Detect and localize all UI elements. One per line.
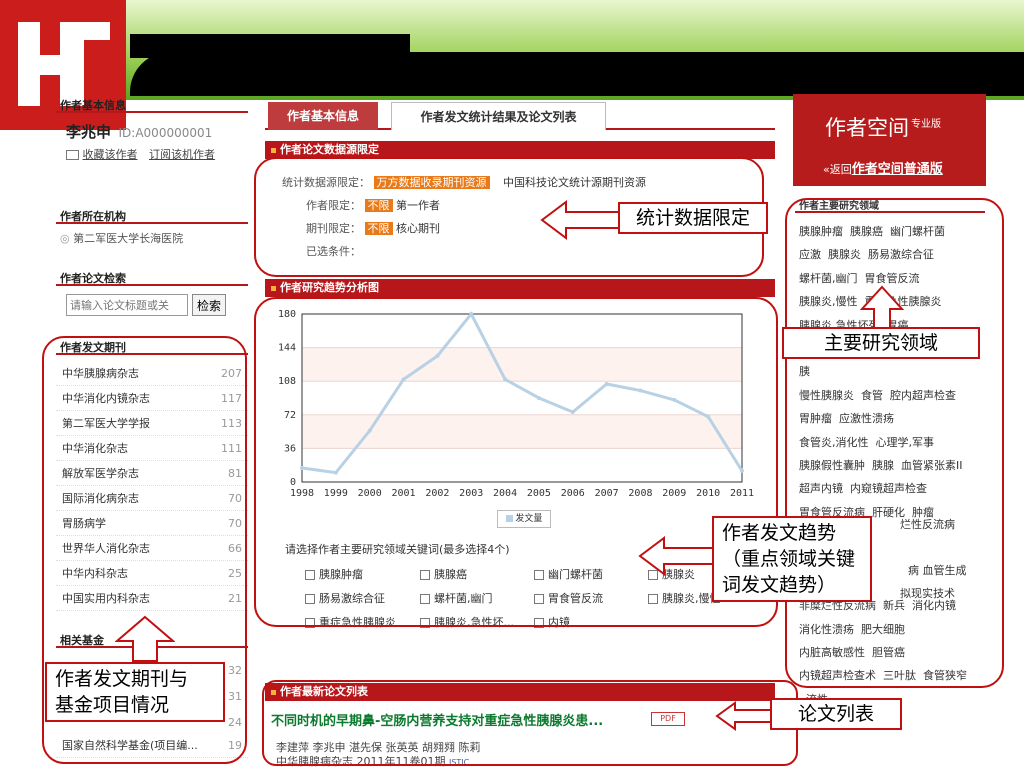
tab-stats-papers[interactable]: 作者发文统计结果及论文列表 [391, 102, 606, 130]
author-name: 李兆申 [66, 123, 112, 141]
trend-section-title: 作者研究趋势分析图 [265, 279, 775, 297]
slide-title-tab [130, 34, 410, 58]
trend-section: 作者研究趋势分析图 [265, 279, 775, 297]
left-panel: 作者基本信息 李兆申 ID:A000000001 收藏该作者 订阅该机作者 [56, 95, 248, 173]
journals-arrow-icon [115, 615, 175, 662]
back-to-basic-link[interactable]: «返回作者空间普通版 [823, 158, 943, 177]
space-title: 作者空间 专业版 [825, 116, 941, 140]
org-name: 第二军医大学长海医院 [73, 232, 184, 245]
book-icon [66, 150, 79, 160]
tab-bar: 作者基本信息 作者发文统计结果及论文列表 [265, 100, 775, 130]
callout-trend: 作者发文趋势 （重点领域关键 词发文趋势） [712, 516, 872, 602]
subscribe-author-link[interactable]: 订阅该机作者 [149, 148, 215, 161]
callout-journals: 作者发文期刊与 基金项目情况 [45, 662, 225, 722]
source-limit-arrow-icon [540, 200, 621, 240]
search-title: 作者论文检索 [56, 268, 248, 286]
callout-main-areas: 主要研究领域 [782, 327, 980, 359]
collect-author-link[interactable]: 收藏该作者 [83, 148, 138, 161]
papers-arrow-icon [715, 701, 774, 731]
tab-basic-info[interactable]: 作者基本信息 [268, 102, 378, 130]
areas-arrow-icon [860, 285, 904, 330]
search-button[interactable]: 检索 [192, 294, 227, 316]
callout-source-limit: 统计数据限定 [618, 202, 768, 234]
bullet-icon: ◎ [60, 232, 74, 245]
author-id: ID:A000000001 [118, 126, 213, 140]
author-space-banner: 作者空间 专业版 «返回作者空间普通版 [793, 94, 986, 186]
trend-arrow-icon [638, 536, 717, 576]
basic-info-title: 作者基本信息 [56, 95, 248, 113]
search-input[interactable] [66, 294, 188, 316]
slide-title-band [130, 52, 1024, 96]
org-title: 作者所在机构 [56, 206, 248, 224]
areas-oval [785, 198, 1004, 688]
callout-paper-list: 论文列表 [770, 698, 902, 730]
